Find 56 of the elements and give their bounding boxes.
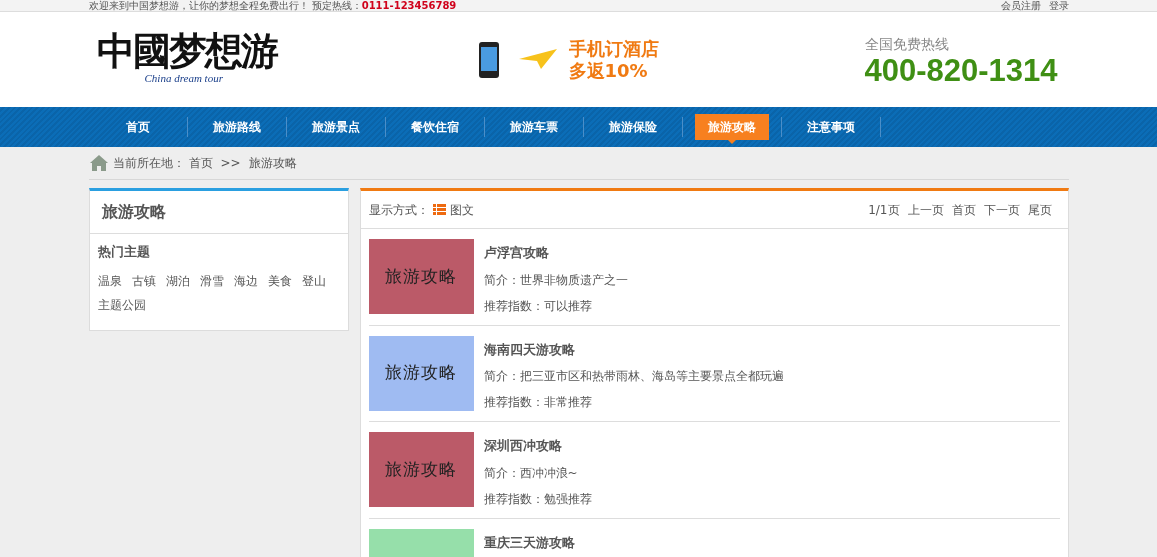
logo-subtitle: China dream tour [143,71,224,87]
hotline-number: 400-820-1314 [864,54,1058,86]
pager-link[interactable]: 上一页 [907,200,944,219]
nav-tab[interactable]: 旅游车票 [484,107,583,147]
tag-link[interactable]: 湖泊 [165,271,190,290]
promo-text: 多返10% [568,59,649,82]
article-rating: 推荐指数：勉强推荐 [483,490,592,508]
article-title[interactable]: 卢浮宫攻略 [483,243,628,263]
promo-text: 手机订酒店 [568,37,659,60]
pager-link[interactable]: 下一页 [983,200,1020,219]
article-title[interactable]: 海南四天游攻略 [483,339,784,359]
tag-link[interactable]: 古镇 [131,271,156,290]
thumbnail[interactable]: 旅游攻略 [368,335,474,411]
login-link[interactable]: 登录 [1048,0,1069,11]
thumbnail[interactable]: 旅游攻略 [368,432,474,507]
tag-link[interactable]: 滑雪 [199,271,224,290]
thumbnail-text: 旅游攻略 [385,361,457,385]
tag-link[interactable]: 主题公园 [97,295,146,314]
display-label: 显示方式： [368,201,429,219]
tag-link[interactable]: 温泉 [97,271,122,290]
list-icon [432,204,446,215]
article-intro: 简介：世界非物质遗产之一 [483,271,628,289]
welcome-text: 欢迎来到中国梦想游，让你的梦想全程免费出行！ 预定热线： [88,0,362,11]
article-rating: 推荐指数：非常推荐 [483,394,593,411]
register-link[interactable]: 会员注册 [1000,0,1041,11]
thumbnail[interactable]: 旅游攻略 [368,239,474,314]
nav-tab[interactable]: 旅游路线 [187,107,286,147]
breadcrumb-link[interactable]: 首页 [188,154,213,172]
pager-link[interactable]: 首页 [951,200,976,219]
pager-link[interactable]: 尾页 [1027,200,1052,219]
sidebar-title: 旅游攻略 [89,191,348,234]
thumbnail-text: 旅游攻略 [385,264,457,288]
breadcrumb-separator: >> [220,155,241,172]
nav-tab[interactable]: 旅游保险 [583,107,682,147]
nav-tab[interactable]: 注意事项 [781,107,880,147]
tag-link[interactable]: 海边 [233,271,258,290]
section-title: 热门主题 [97,243,151,261]
breadcrumb-label: 当前所在地： [112,155,185,172]
thumbnail-text: 旅游攻略 [385,457,457,481]
article-title[interactable]: 重庆三天游攻略 [483,532,575,552]
nav-tab[interactable]: 首页 [88,107,187,147]
tag-link[interactable]: 登山 [301,271,326,290]
article-intro: 简介：把三亚市区和热带雨林、海岛等主要景点全都玩遍 [483,368,784,385]
hotline-label: 全国免费热线 [864,34,950,54]
hotline-number: 0111-123456789 [361,0,457,11]
breadcrumb-link[interactable]: 旅游攻略 [248,154,297,172]
article-title[interactable]: 深圳西冲攻略 [483,436,592,456]
article-rating: 推荐指数：可以推荐 [483,297,593,315]
article-intro: 简介：西冲冲浪~ [483,464,579,482]
page-count: 1/1页 [868,201,900,219]
home-icon [88,154,109,172]
nav-tab[interactable]: 餐饮住宿 [385,107,484,147]
display-mode: 图文 [449,201,474,219]
logo-title: 中國梦想游 [96,32,278,71]
nav-tab[interactable]: 旅游景点 [286,107,385,147]
tag-link[interactable]: 美食 [267,271,292,290]
